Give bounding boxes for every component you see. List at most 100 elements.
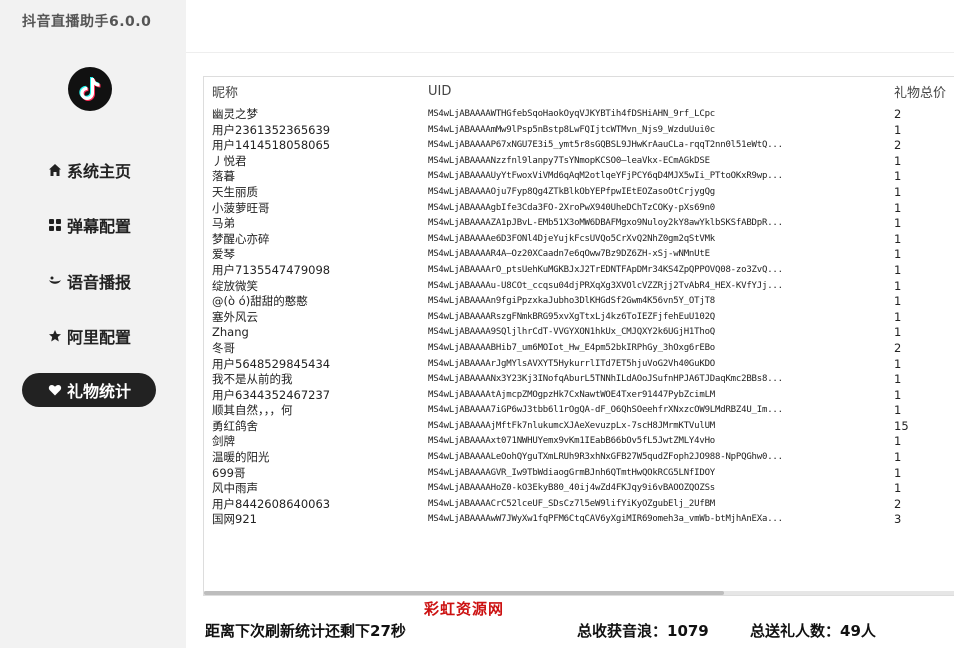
table-row[interactable]: 冬哥 MS4wLjABAAAABHib7_um6MOIot_Hw_E4pm52bk… — [204, 341, 954, 357]
gift-stats-table[interactable]: 昵称 UID 礼物总价 幽灵之梦 MS4wLjABAAAAWTHGfebSqoHa… — [203, 76, 954, 596]
uid-cell: MS4wLjABAAAAxt071NWHUYemx9vKm1IEabB66bOv… — [428, 436, 716, 447]
nickname-cell: 用户7135547479098 — [212, 262, 331, 277]
nav-item-label: 礼物统计 — [66, 382, 131, 401]
gift-total-cell: 1 — [894, 200, 902, 215]
table-row[interactable]: 用户8442608640063 MS4wLjABAAAACrC52lceUF_SD… — [204, 497, 954, 513]
table-row[interactable]: 勇红鸽舍 MS4wLjABAAAAjMftFk7nlukumcXJAeXevuzp… — [204, 419, 954, 435]
gift-total-cell: 2 — [894, 496, 902, 511]
nav-item-gift-stats[interactable]: 礼物统计 — [22, 373, 156, 407]
gift-total-cell: 1 — [894, 372, 902, 387]
total-waves: 总收获音浪：1079 — [577, 622, 709, 640]
nickname-cell: 剑牌 — [212, 434, 235, 449]
column-header-nickname[interactable]: 昵称 — [212, 82, 238, 101]
table-row[interactable]: 幽灵之梦 MS4wLjABAAAAWTHGfebSqoHaokOyqVJKYBTi… — [204, 107, 954, 123]
gift-total-cell: 1 — [894, 294, 902, 309]
nickname-cell: 冬哥 — [212, 340, 235, 355]
tiktok-logo-icon — [68, 67, 112, 111]
gift-total-cell: 1 — [894, 122, 902, 137]
table-row[interactable]: 用户1414518058065 MS4wLjABAAAAP67xNGU7E3i5_… — [204, 138, 954, 154]
uid-cell: MS4wLjABAAAAjMftFk7nlukumcXJAeXevuzpLx-7… — [428, 420, 716, 431]
table-row[interactable]: 剑牌 MS4wLjABAAAAxt071NWHUYemx9vKm1IEabB66b… — [204, 434, 954, 450]
nickname-cell: 温暖的阳光 — [212, 450, 270, 465]
gift-total-cell: 1 — [894, 325, 902, 340]
table-row[interactable]: 天生丽质 MS4wLjABAAAAOju7Fyp8Qg4ZTkBlkObYEPfp… — [204, 185, 954, 201]
gift-total-cell: 1 — [894, 247, 902, 262]
nav-item-label: 系统主页 — [66, 162, 131, 181]
table-row[interactable]: 用户2361352365639 MS4wLjABAAAAmMw9lPsp5nBst… — [204, 123, 954, 139]
nickname-cell: 马弟 — [212, 216, 235, 231]
nickname-cell: 风中雨声 — [212, 481, 258, 496]
nickname-cell: Zhang — [212, 325, 249, 340]
column-header-gift-total[interactable]: 礼物总价 — [894, 82, 946, 101]
nickname-cell: 用户6344352467237 — [212, 387, 331, 402]
table-row[interactable]: 温暖的阳光 MS4wLjABAAAALeOohQYguTXmLRUh9R3xhNx… — [204, 450, 954, 466]
uid-cell: MS4wLjABAAAABHib7_um6MOIot_Hw_E4pm52bkIR… — [428, 342, 716, 353]
table-row[interactable]: 小菠萝旺哥 MS4wLjABAAAAgbIfe3Cda3FO-2XroPwX940… — [204, 201, 954, 217]
table-row[interactable]: 丿悦君 MS4wLjABAAAANzzfnl9lanpy7TsYNmopKCSO0… — [204, 154, 954, 170]
table-row[interactable]: Zhang MS4wLjABAAAA9SQljlhrCdT-VVGYXON1hkU… — [204, 325, 954, 341]
gift-total-cell: 3 — [894, 512, 902, 527]
gift-total-cell: 1 — [894, 153, 902, 168]
nickname-cell: 用户2361352365639 — [212, 122, 331, 137]
nickname-cell: 梦醒心亦碎 — [212, 231, 270, 246]
table-row[interactable]: 塞外风云 MS4wLjABAAAARszgFNmkBRG95xvXgTtxLj4k… — [204, 310, 954, 326]
refresh-countdown: 距离下次刷新统计还剩下27秒 — [205, 622, 406, 640]
scrollbar-thumb[interactable] — [204, 591, 724, 595]
uid-cell: MS4wLjABAAAAZA1pJBvL-EMb51X3oMW6DBAFMgxo… — [428, 218, 783, 229]
uid-cell: MS4wLjABAAAA7iGP6wJ3tbb6l1rOgQA-dF_O6QhS… — [428, 405, 783, 416]
column-header-uid[interactable]: UID — [428, 84, 451, 99]
uid-cell: MS4wLjABAAAAWTHGfebSqoHaokOyqVJKYBTih4fD… — [428, 109, 716, 119]
gift-total-cell: 2 — [894, 340, 902, 355]
nickname-cell: 天生丽质 — [212, 184, 258, 199]
table-row[interactable]: 马弟 MS4wLjABAAAAZA1pJBvL-EMb51X3oMW6DBAFMg… — [204, 216, 954, 232]
total-givers: 总送礼人数：49人 — [750, 622, 876, 640]
table-row[interactable]: 用户7135547479098 MS4wLjABAAAArO_ptsUehKuMG… — [204, 263, 954, 279]
nickname-cell: 699哥 — [212, 465, 246, 480]
nickname-cell: 我不是从前的我 — [212, 372, 293, 387]
nickname-cell: 用户1414518058065 — [212, 138, 331, 153]
table-row[interactable]: 国网921 MS4wLjABAAAAwW7JWyXw1fqPFM6CtqCAV6y… — [204, 512, 954, 528]
table-row[interactable]: @(ò ó)甜甜的憨憨 MS4wLjABAAAAn9fgiPpzxkaJubho3… — [204, 294, 954, 310]
table-row[interactable]: 梦醒心亦碎 MS4wLjABAAAAe6D3FONl4DjeYujkFcsUVQo… — [204, 232, 954, 248]
gift-total-cell: 1 — [894, 403, 902, 418]
uid-cell: MS4wLjABAAAA9SQljlhrCdT-VVGYXON1hkUx_CMJ… — [428, 327, 716, 338]
nickname-cell: 爱琴 — [212, 247, 235, 262]
gift-total-cell: 1 — [894, 231, 902, 246]
nav-item-voice[interactable]: 语音播报 — [22, 264, 156, 298]
table-row[interactable]: 落暮 MS4wLjABAAAAUyYtFwoxViVMd6qAqM2otlqeYF… — [204, 169, 954, 185]
uid-cell: MS4wLjABAAAArO_ptsUehKuMGKBJxJ2TrEDNTFAp… — [428, 264, 783, 275]
table-row[interactable]: 用户6344352467237 MS4wLjABAAAAtAjmcpZMOgpzH… — [204, 388, 954, 404]
table-row[interactable]: 用户5648529845434 MS4wLjABAAAArJgMYlsAVXYT5… — [204, 357, 954, 373]
gift-total-cell: 2 — [894, 107, 902, 121]
gift-total-cell: 1 — [894, 434, 902, 449]
sidebar: 抖音直播助手6.0.0 系统主页 弹幕配置 语音播报 阿里配置 礼物统计 — [0, 0, 186, 648]
nickname-cell: 国网921 — [212, 512, 257, 527]
nickname-cell: 用户8442608640063 — [212, 496, 331, 511]
gift-total-cell: 1 — [894, 216, 902, 231]
nickname-cell: 用户5648529845434 — [212, 356, 331, 371]
uid-cell: MS4wLjABAAAAn9fgiPpzxkaJubho3DlKHGdSf2Gw… — [428, 296, 716, 307]
uid-cell: MS4wLjABAAAAUyYtFwoxViVMd6qAqM2otlqeYFjP… — [428, 171, 783, 182]
voice-icon — [47, 273, 63, 289]
nav-item-aliyun[interactable]: 阿里配置 — [22, 319, 156, 353]
nickname-cell: 幽灵之梦 — [212, 107, 258, 121]
table-body: 幽灵之梦 MS4wLjABAAAAWTHGfebSqoHaokOyqVJKYBTi… — [204, 107, 954, 528]
uid-cell: MS4wLjABAAAArJgMYlsAVXYT5HykurrlITd7ET5h… — [428, 358, 716, 369]
home-icon — [47, 162, 63, 178]
horizontal-scrollbar[interactable] — [204, 591, 954, 595]
nav-item-danmaku[interactable]: 弹幕配置 — [22, 208, 156, 242]
nav-item-home[interactable]: 系统主页 — [22, 153, 156, 187]
gift-total-cell: 15 — [894, 418, 909, 433]
table-row[interactable]: 我不是从前的我 MS4wLjABAAAANx3Y23Kj3INofqAburL5T… — [204, 372, 954, 388]
nav-item-label: 弹幕配置 — [66, 217, 131, 236]
table-row[interactable]: 爱琴 MS4wLjABAAAAR4A—Oz20XCaadn7e6qOww7Bz9D… — [204, 247, 954, 263]
gift-total-cell: 2 — [894, 138, 902, 153]
table-row[interactable]: 699哥 MS4wLjABAAAAGVR_Iw9TbWdiaogGrmBJnh6Q… — [204, 466, 954, 482]
nickname-cell: 顺其自然，，，何 — [212, 403, 293, 418]
table-row[interactable]: 风中雨声 MS4wLjABAAAAHoZ0-kO3EkyB80_40ij4wZd4… — [204, 481, 954, 497]
table-row[interactable]: 绽放微笑 MS4wLjABAAAAu-U8COt_ccqsu04djPRXqXg3… — [204, 279, 954, 295]
table-row[interactable]: 顺其自然，，，何 MS4wLjABAAAA7iGP6wJ3tbb6l1rOgQA-… — [204, 403, 954, 419]
uid-cell: MS4wLjABAAAANzzfnl9lanpy7TsYNmopKCSO0—le… — [428, 155, 710, 166]
gift-total-cell: 1 — [894, 465, 902, 480]
top-bar — [186, 0, 954, 53]
